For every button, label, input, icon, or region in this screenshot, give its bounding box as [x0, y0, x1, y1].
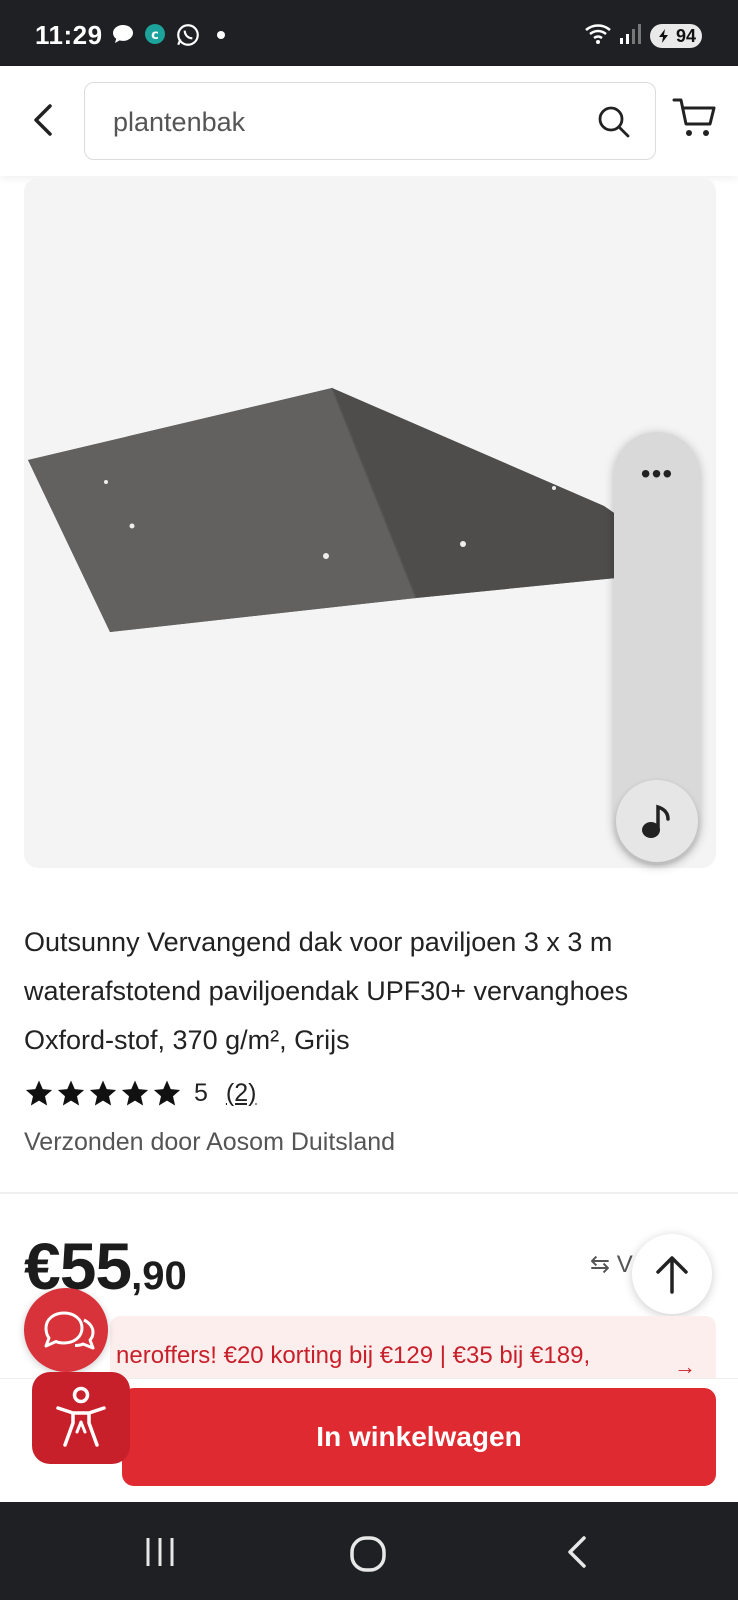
rating-row[interactable]: 5 (2) [24, 1076, 256, 1110]
back-icon[interactable] [560, 1534, 596, 1570]
price-cents: ,90 [131, 1254, 187, 1298]
navigation-bar [0, 1502, 738, 1600]
music-button[interactable] [616, 780, 698, 862]
arrow-up-icon [656, 1256, 688, 1294]
search-input[interactable]: plantenbak [84, 82, 656, 160]
rating-value: 5 [194, 1078, 208, 1107]
accessibility-icon [56, 1386, 106, 1447]
status-bar: 11:29 c 94 [0, 0, 738, 66]
app-c-icon: c [143, 22, 167, 46]
battery-level: 94 [675, 26, 696, 46]
gazebo-roof-illustration [28, 387, 696, 632]
signal-icon [618, 22, 642, 46]
side-panel[interactable]: ••• [614, 432, 700, 864]
chat-button[interactable] [24, 1288, 108, 1372]
chevron-left-icon [34, 104, 52, 136]
promo-banner[interactable]: neroffers! €20 korting bij €129 | €35 bi… [110, 1316, 716, 1378]
arrow-right-icon: → [674, 1354, 696, 1378]
recent-apps-icon[interactable] [142, 1534, 178, 1570]
cart-icon [672, 98, 716, 136]
cart-button[interactable] [672, 96, 716, 140]
promo-text: neroffers! €20 korting bij €129 | €35 bi… [116, 1342, 591, 1369]
star-icon [57, 1080, 85, 1106]
review-count-link[interactable]: (2) [226, 1079, 257, 1108]
whatsapp-icon [175, 22, 199, 46]
search-icon[interactable] [597, 105, 631, 139]
accessibility-button[interactable] [32, 1372, 130, 1464]
search-input-value: plantenbak [113, 107, 246, 137]
product-image[interactable] [24, 178, 716, 868]
status-more-dot [217, 31, 225, 39]
more-options-button[interactable]: ••• [614, 460, 700, 488]
compare-link[interactable]: ⇆ V [590, 1250, 633, 1279]
status-time: 11:29 [35, 20, 103, 50]
star-icon [89, 1080, 117, 1106]
star-icon [153, 1080, 181, 1106]
chat-bubble-icon [111, 22, 135, 46]
shipped-by-text: Verzonden door Aosom Duitsland [24, 1128, 396, 1156]
star-rating [24, 1078, 182, 1108]
star-icon [121, 1080, 149, 1106]
header: plantenbak [0, 66, 738, 176]
battery-icon: 94 [650, 24, 702, 48]
star-icon [25, 1080, 53, 1106]
music-note-icon [642, 804, 670, 838]
home-icon[interactable] [348, 1534, 388, 1574]
product-title: Outsunny Vervangend dak voor paviljoen 3… [24, 927, 629, 1055]
wifi-icon [584, 22, 611, 46]
back-button[interactable] [24, 100, 64, 140]
add-to-cart-button[interactable]: In winkelwagen [122, 1388, 716, 1486]
chat-icon [44, 1311, 95, 1350]
scroll-to-top-button[interactable] [632, 1234, 712, 1314]
svg-text:c: c [151, 28, 159, 43]
divider [0, 1192, 738, 1194]
